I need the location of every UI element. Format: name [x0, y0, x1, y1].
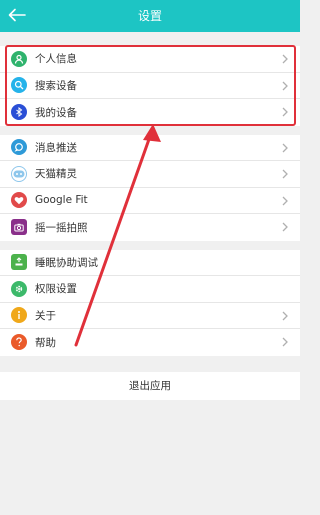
- heart-icon: [11, 192, 27, 209]
- message-push-item[interactable]: 消息推送: [0, 135, 300, 161]
- section-divider: [0, 126, 300, 135]
- tmall-genie-label: 天猫精灵: [35, 168, 77, 181]
- help-label: 帮助: [35, 336, 56, 349]
- section-divider: [0, 241, 300, 250]
- chevron-right-icon: [282, 143, 288, 152]
- about-item[interactable]: 关于: [0, 303, 300, 329]
- permission-settings-label: 权限设置: [35, 283, 77, 296]
- top-spacer: [0, 32, 300, 46]
- sleep-debug-item[interactable]: 睡眠协助调试: [0, 250, 300, 276]
- google-fit-label: Google Fit: [35, 194, 88, 207]
- chevron-right-icon: [282, 169, 288, 179]
- message-icon: [11, 139, 27, 156]
- app-header: 设置: [0, 0, 300, 32]
- about-label: 关于: [35, 309, 56, 322]
- question-icon: [11, 334, 27, 351]
- message-push-label: 消息推送: [35, 141, 77, 154]
- permission-settings-item[interactable]: 权限设置: [0, 276, 300, 303]
- help-item[interactable]: 帮助: [0, 329, 300, 356]
- sleep-icon: [11, 254, 27, 271]
- chevron-right-icon: [282, 311, 288, 320]
- shake-photo-label: 摇一摇拍照: [35, 221, 88, 234]
- chevron-right-icon: [282, 196, 288, 205]
- google-fit-item[interactable]: Google Fit: [0, 188, 300, 214]
- annotation-highlight-box: [5, 45, 296, 126]
- settings-group-general: 睡眠协助调试 权限设置 关于 帮助: [0, 249, 300, 356]
- chevron-right-icon: [282, 337, 288, 347]
- info-icon: [11, 307, 27, 324]
- camera-icon: [11, 219, 27, 236]
- sleep-debug-label: 睡眠协助调试: [35, 256, 98, 269]
- section-divider: [0, 356, 300, 372]
- tmall-genie-icon: [11, 165, 27, 182]
- settings-group-integrations: 消息推送 天猫精灵 Google Fit 摇一摇拍照: [0, 134, 300, 241]
- shake-photo-item[interactable]: 摇一摇拍照: [0, 214, 300, 241]
- page-title: 设置: [137, 9, 162, 23]
- gear-icon: [11, 280, 27, 297]
- tmall-genie-item[interactable]: 天猫精灵: [0, 161, 300, 188]
- exit-app-button[interactable]: 退出应用: [0, 371, 300, 400]
- chevron-right-icon: [282, 222, 288, 232]
